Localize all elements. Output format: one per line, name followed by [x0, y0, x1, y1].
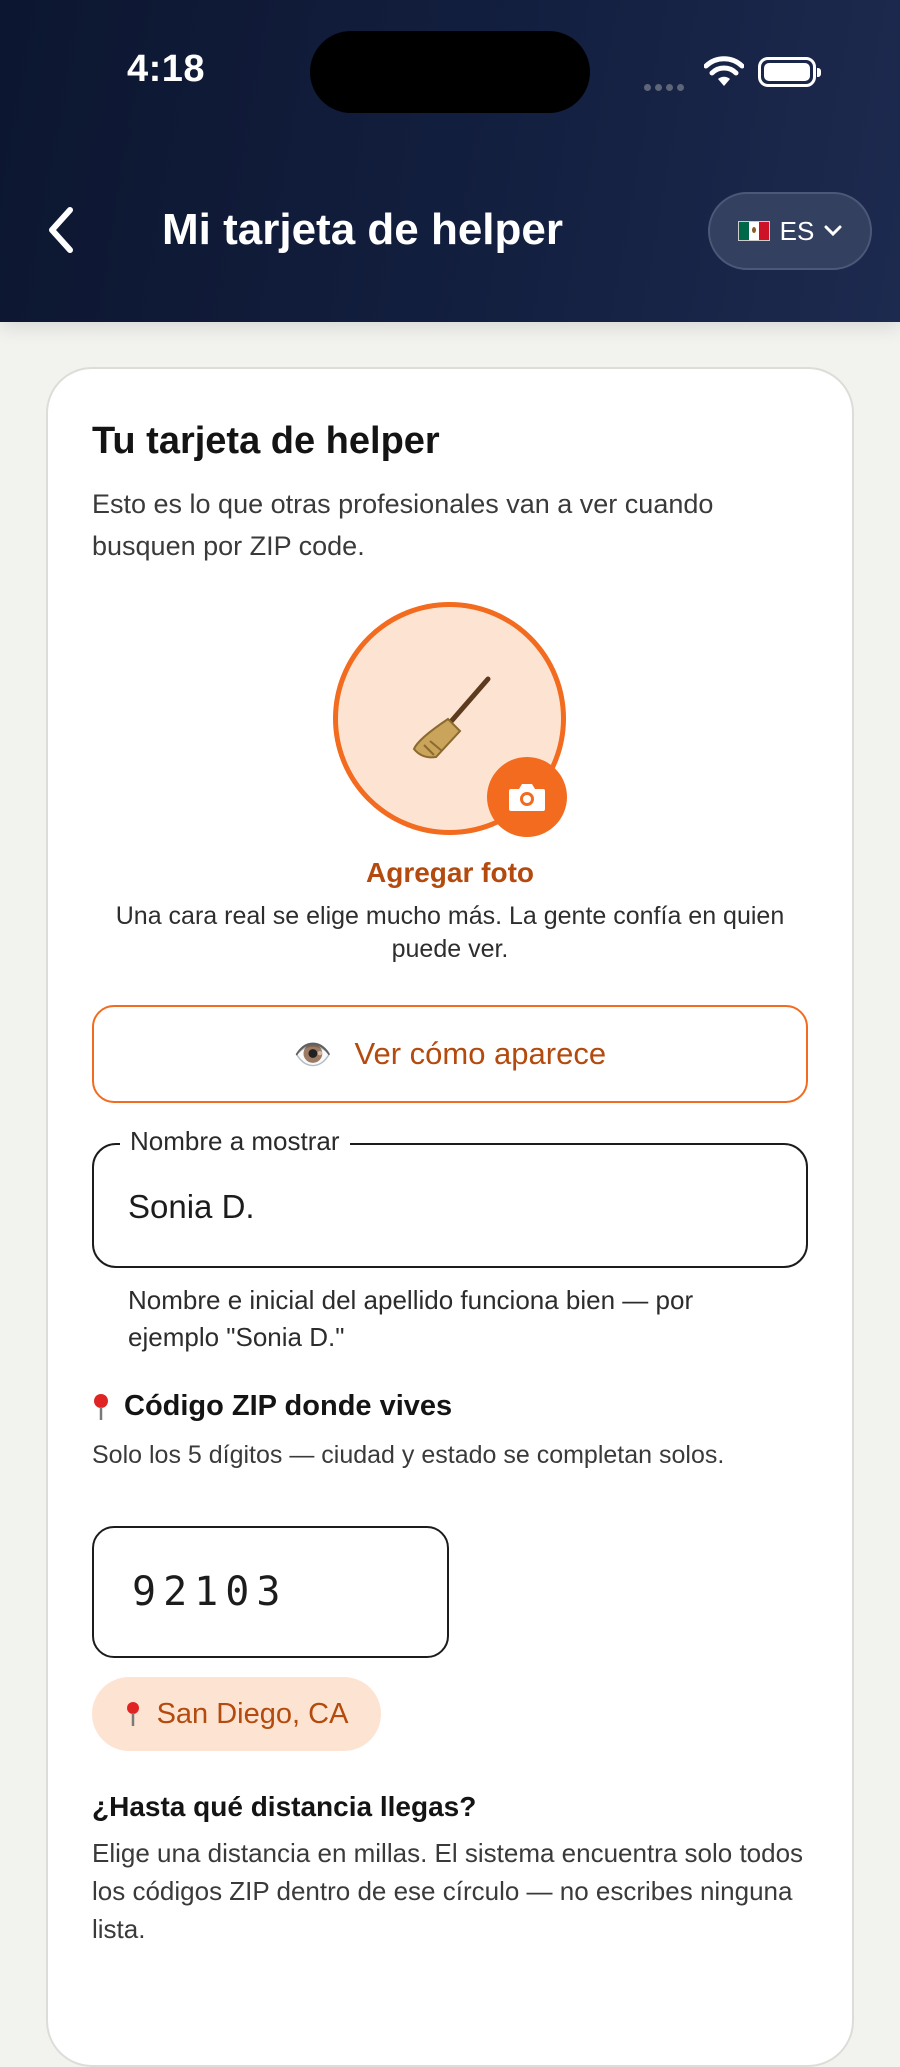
card-subtitle: Esto es lo que otras profesionales van a…: [92, 489, 714, 561]
location-pin-icon: [126, 1702, 139, 1726]
app-header: 4:18 Mi tarjeta de helper ES: [0, 0, 900, 322]
distance-title: ¿Hasta qué distancia llegas?: [92, 1791, 477, 1822]
location-pin-icon: [94, 1393, 108, 1420]
broom-icon: [412, 676, 490, 758]
zip-input[interactable]: 92103: [92, 1526, 449, 1658]
display-name-value[interactable]: Sonia D.: [128, 1188, 255, 1226]
dynamic-island: [310, 31, 590, 113]
photo-hint: Una cara real se elige mucho más. La gen…: [115, 902, 785, 963]
chevron-down-icon: [824, 225, 842, 237]
card-title: Tu tarjeta de helper: [92, 420, 440, 462]
display-name-hint: Nombre e inicial del apellido funciona b…: [128, 1285, 694, 1352]
preview-button[interactable]: 👁️ Ver cómo aparece: [92, 1005, 808, 1103]
wifi-icon: [704, 56, 744, 86]
page-title: Mi tarjeta de helper: [162, 205, 564, 254]
display-name-label: Nombre a mostrar: [120, 1126, 350, 1157]
language-selector[interactable]: ES: [708, 192, 872, 270]
city-name: San Diego, CA: [156, 1697, 349, 1730]
cellular-signal-icon: [644, 78, 688, 96]
mexico-flag-icon: [737, 221, 770, 241]
eye-icon: 👁️: [293, 1036, 333, 1072]
city-chip: San Diego, CA: [92, 1677, 381, 1751]
zip-hint: Solo los 5 dígitos — ciudad y estado se …: [92, 1441, 725, 1469]
camera-button[interactable]: [487, 757, 567, 837]
zip-label-text: Código ZIP donde vives: [124, 1390, 453, 1422]
battery-icon: [758, 57, 821, 87]
chevron-left-icon: [49, 207, 73, 253]
preview-button-label: Ver cómo aparece: [354, 1036, 607, 1071]
back-button[interactable]: [40, 200, 84, 260]
zip-label: Código ZIP donde vives: [92, 1390, 452, 1423]
status-time: 4:18: [127, 48, 206, 90]
language-code: ES: [779, 215, 815, 246]
camera-icon: [509, 784, 545, 811]
distance-hint: Elige una distancia en millas. El sistem…: [92, 1838, 804, 1944]
add-photo-link[interactable]: Agregar foto: [0, 857, 900, 889]
